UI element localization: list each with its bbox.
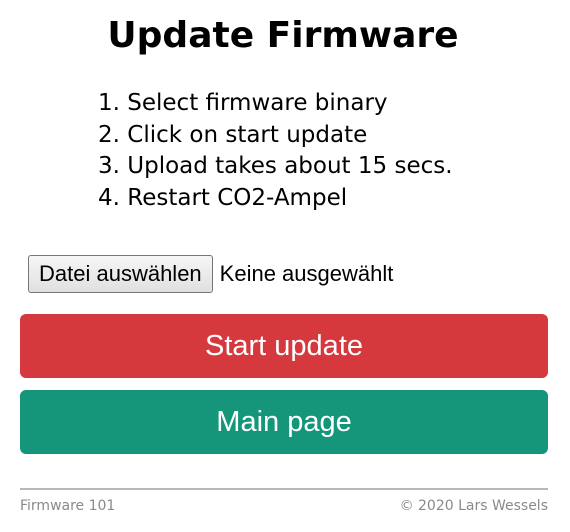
instruction-step-2: 2. Click on start update <box>98 121 368 148</box>
main-page-button[interactable]: Main page <box>20 390 548 454</box>
instruction-step-3: 3. Upload takes about 15 secs. <box>98 153 453 179</box>
firmware-version: Firmware 101 <box>20 498 116 514</box>
copyright-notice: © 2020 Lars Wessels <box>399 498 548 514</box>
choose-file-button[interactable]: Datei auswählen <box>28 255 213 293</box>
start-update-button[interactable]: Start update <box>20 314 548 378</box>
page-title: Update Firmware <box>107 15 459 56</box>
file-input: Datei auswählen Keine ausgewählt <box>28 255 393 293</box>
file-status-text: Keine ausgewählt <box>219 261 394 286</box>
instruction-step-4: 4. Restart CO2-Ampel <box>98 184 348 211</box>
instruction-list: 1. Select firmware binary 2. Click on st… <box>98 88 453 214</box>
instruction-step-1: 1. Select firmware binary <box>98 90 388 116</box>
footer-divider <box>20 488 548 490</box>
